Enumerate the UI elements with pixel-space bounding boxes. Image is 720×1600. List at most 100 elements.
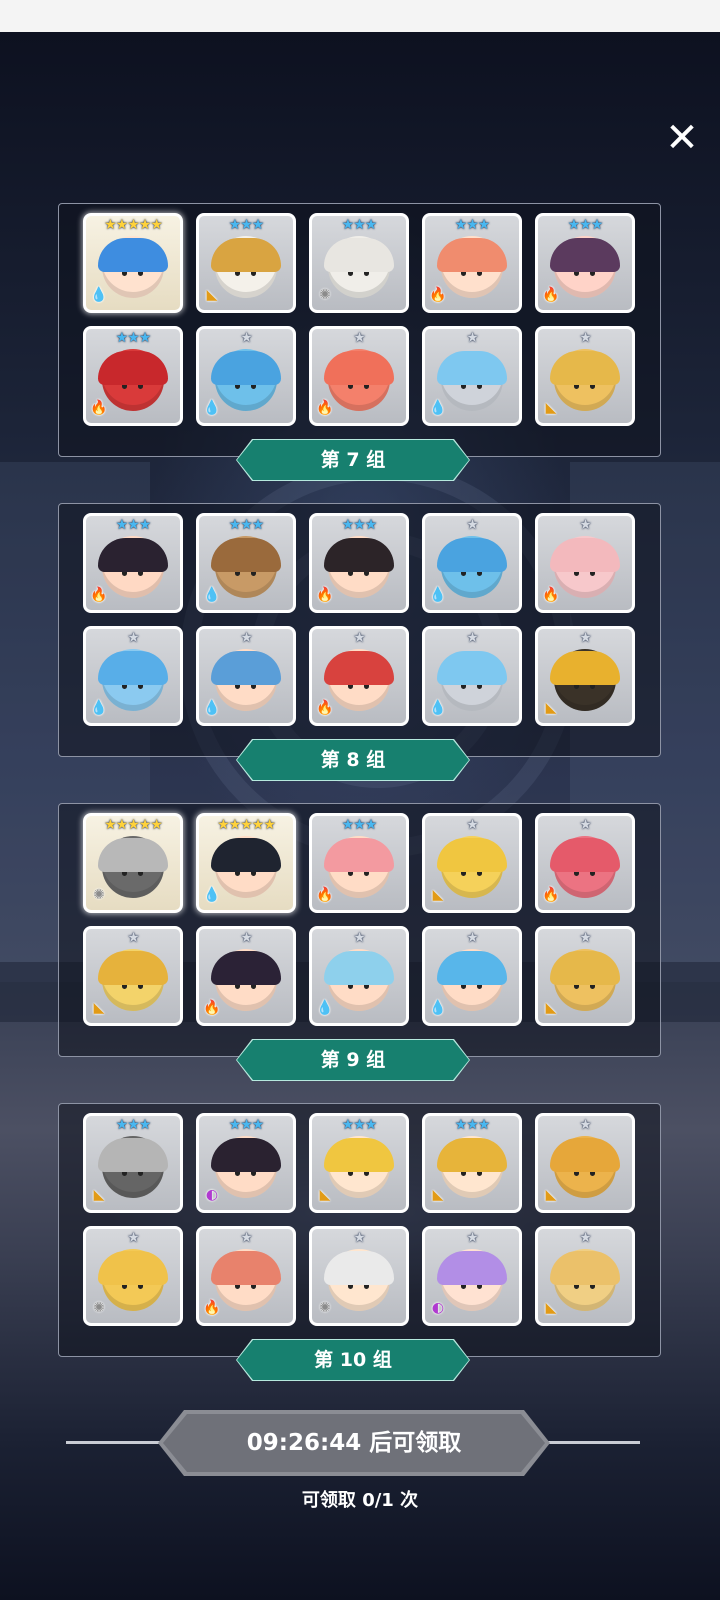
star-rating: ★★★ (115, 1117, 152, 1133)
timer-divider-right (542, 1441, 640, 1444)
hero-portrait-hair (324, 1138, 394, 1172)
hero-card[interactable]: ★★★ ◣ (83, 1113, 183, 1213)
hero-portrait-hair (211, 838, 281, 872)
hero-card[interactable]: ★ 💧 (422, 626, 522, 726)
hero-card[interactable]: ★ ◣ (535, 926, 635, 1026)
wind-element-icon: ◣ (545, 700, 557, 716)
hero-card[interactable]: ★ 💧 (422, 513, 522, 613)
hero-portrait-hair (324, 351, 394, 385)
water-element-icon: 💧 (429, 587, 447, 603)
group-label: 第 7 组 (237, 440, 469, 480)
hero-card[interactable]: ★★★ 🔥 (309, 813, 409, 913)
hero-card[interactable]: ★ 💧 (83, 626, 183, 726)
hero-card[interactable]: ★ 🔥 (196, 926, 296, 1026)
hero-card[interactable]: ★★★ 💧 (196, 513, 296, 613)
star-rating: ★ (579, 817, 592, 833)
star-rating: ★ (579, 1230, 592, 1246)
hero-card[interactable]: ★★★ ✺ (309, 213, 409, 313)
star-rating: ★★★ (115, 517, 152, 533)
hero-card[interactable]: ★ 🔥 (535, 813, 635, 913)
hero-card[interactable]: ★★★ 🔥 (535, 213, 635, 313)
hero-card[interactable]: ★ 🔥 (309, 626, 409, 726)
hero-portrait-hair (437, 1251, 507, 1285)
hero-portrait-hair (211, 538, 281, 572)
hero-portrait-hair (211, 351, 281, 385)
hero-portrait-hair (211, 651, 281, 685)
star-rating: ★★★ (454, 1117, 491, 1133)
hero-card[interactable]: ★ 💧 (309, 926, 409, 1026)
fire-element-icon: 🔥 (316, 700, 334, 716)
claim-count-label: 可领取 0/1 次 (301, 1490, 419, 1511)
hero-card[interactable]: ★ ◣ (83, 926, 183, 1026)
hero-card[interactable]: ★★★ ◣ (196, 213, 296, 313)
hero-card[interactable]: ★★★ 🔥 (422, 213, 522, 313)
hero-grid: ★★★ ◣ ★★★ ◐ ★★★ ◣ ★★★ ◣ ★ ◣ ★ ✺ ★ 🔥 ★ ✺ ★ ◐ ★ ◣ (83, 1113, 635, 1326)
hero-card[interactable]: ★ 💧 (196, 626, 296, 726)
water-element-icon: 💧 (429, 400, 447, 416)
group-label: 第 10 组 (237, 1340, 469, 1380)
star-rating: ★ (466, 817, 479, 833)
fire-element-icon: 🔥 (316, 887, 334, 903)
hero-portrait-hair (98, 351, 168, 385)
star-rating: ★ (466, 630, 479, 646)
dark-element-icon: ◐ (431, 1300, 445, 1316)
hero-card[interactable]: ★★★ ◣ (422, 1113, 522, 1213)
group-panel: ★★★★★ 💧 ★★★ ◣ ★★★ ✺ ★★★ 🔥 ★★★ 🔥 ★★★ 🔥 ★ 💧 ★ 🔥 ★ 💧 ★ ◣ 第 7 组 (58, 203, 661, 481)
status-bar (0, 0, 720, 32)
hero-card[interactable]: ★ 💧 (422, 326, 522, 426)
hero-card[interactable]: ★★★★★ 💧 (196, 813, 296, 913)
hero-portrait-hair (324, 538, 394, 572)
hero-portrait-hair (98, 238, 168, 272)
hero-card[interactable]: ★ ◣ (422, 813, 522, 913)
hero-card[interactable]: ★ 🔥 (535, 513, 635, 613)
hero-card[interactable]: ★ ◣ (535, 1113, 635, 1213)
hero-card[interactable]: ★ 🔥 (309, 326, 409, 426)
hero-card[interactable]: ★ ◣ (535, 326, 635, 426)
hero-card[interactable]: ★★★ ◐ (196, 1113, 296, 1213)
wind-element-icon: ◣ (432, 1187, 444, 1203)
water-element-icon: 💧 (429, 1000, 447, 1016)
water-element-icon: 💧 (203, 700, 221, 716)
wind-element-icon: ◣ (93, 1187, 105, 1203)
hero-portrait-hair (211, 238, 281, 272)
fire-element-icon: 🔥 (203, 1000, 221, 1016)
close-icon[interactable]: ✕ (662, 118, 702, 158)
fire-element-icon: 🔥 (90, 400, 108, 416)
hero-portrait-hair (98, 951, 168, 985)
wind-element-icon: ◣ (319, 1187, 331, 1203)
hero-card[interactable]: ★★★ 🔥 (309, 513, 409, 613)
hero-card[interactable]: ★ ◣ (535, 1226, 635, 1326)
star-rating: ★ (353, 1230, 366, 1246)
star-rating: ★★★★★ (104, 217, 163, 233)
hero-card[interactable]: ★★★ ◣ (309, 1113, 409, 1213)
hero-card[interactable]: ★ ✺ (83, 1226, 183, 1326)
star-rating: ★ (240, 930, 253, 946)
hero-portrait-hair (550, 238, 620, 272)
hero-card[interactable]: ★ 💧 (196, 326, 296, 426)
claim-timer-button[interactable]: 09:26:44 后可领取 (163, 1414, 545, 1472)
hero-portrait-hair (550, 838, 620, 872)
hero-card[interactable]: ★★★★★ ✺ (83, 813, 183, 913)
light-element-icon: ✺ (93, 1300, 105, 1316)
timer-divider-left (66, 1441, 166, 1444)
hero-card[interactable]: ★★★ 🔥 (83, 513, 183, 613)
wind-element-icon: ◣ (545, 1000, 557, 1016)
hero-card[interactable]: ★★★ 🔥 (83, 326, 183, 426)
star-rating: ★ (579, 517, 592, 533)
star-rating: ★ (579, 930, 592, 946)
hero-card[interactable]: ★ ✺ (309, 1226, 409, 1326)
star-rating: ★ (579, 630, 592, 646)
star-rating: ★ (466, 517, 479, 533)
wind-element-icon: ◣ (206, 287, 218, 303)
star-rating: ★★★★★ (104, 817, 163, 833)
hero-card[interactable]: ★ ◐ (422, 1226, 522, 1326)
star-rating: ★★★ (228, 1117, 265, 1133)
hero-portrait-hair (437, 838, 507, 872)
hero-card[interactable]: ★★★★★ 💧 (83, 213, 183, 313)
hero-card[interactable]: ★ 🔥 (196, 1226, 296, 1326)
hero-portrait-hair (550, 538, 620, 572)
hero-card[interactable]: ★ 💧 (422, 926, 522, 1026)
water-element-icon: 💧 (203, 887, 221, 903)
hero-card[interactable]: ★ ◣ (535, 626, 635, 726)
star-rating: ★ (466, 330, 479, 346)
